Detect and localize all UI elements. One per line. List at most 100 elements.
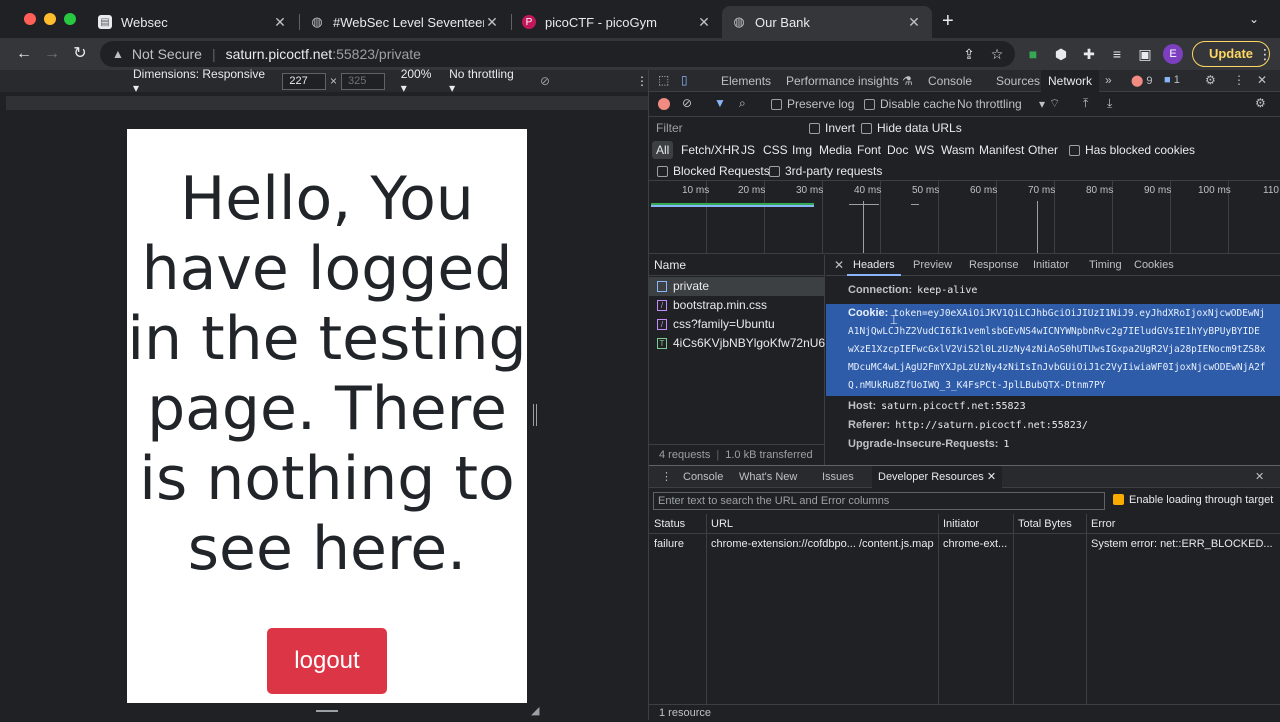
has-blocked-cookies-checkbox[interactable]: Has blocked cookies <box>1069 143 1195 157</box>
invert-checkbox[interactable]: Invert <box>809 121 855 135</box>
tab-headers[interactable]: Headers <box>847 255 901 276</box>
request-row-font[interactable]: T 4iCs6KVjbNBYlgoKfw72nU6... <box>649 334 825 353</box>
export-har-icon[interactable]: ⤓ <box>1107 96 1112 111</box>
col-total-bytes[interactable]: Total Bytes <box>1013 514 1089 534</box>
name-column-header[interactable]: Name <box>649 255 825 276</box>
search-icon[interactable]: ⌕ <box>739 96 746 111</box>
height-input[interactable]: 325 <box>341 72 385 90</box>
request-row-css-family[interactable]: / css?family=Ubuntu <box>649 315 825 334</box>
resources-search-input[interactable]: Enter text to search the URL and Error c… <box>653 492 1105 510</box>
close-tab-icon[interactable]: ✕ <box>906 14 922 31</box>
cell-status[interactable]: failure <box>649 535 705 553</box>
col-initiator[interactable]: Initiator <box>938 514 1014 534</box>
close-tab-icon[interactable]: ✕ <box>484 14 500 31</box>
type-filter-wasm[interactable]: Wasm <box>941 143 975 157</box>
type-filter-all[interactable]: All <box>652 141 674 159</box>
drawer-tab-issues[interactable]: Issues <box>822 466 854 488</box>
devtools-more-icon[interactable]: ⋮ <box>1233 73 1245 87</box>
network-timeline-overview[interactable]: 10 ms 20 ms 30 ms 40 ms 50 ms 60 ms 70 m… <box>649 181 1280 254</box>
cell-initiator[interactable]: chrome-ext... <box>938 535 1014 553</box>
settings-gear-icon[interactable]: ⚙ <box>1205 73 1216 87</box>
message-count-badge[interactable]: ■ 1 <box>1164 74 1180 86</box>
inspect-element-icon[interactable]: ⬚ <box>658 73 669 87</box>
tab-search-chevron-icon[interactable]: ⌄ <box>1249 12 1259 26</box>
filter-input[interactable]: Filter <box>656 121 683 135</box>
header-cookie-selected[interactable]: Cookie: token=eyJ0eXAiOiJKV1QiLCJhbGciOiJ… <box>826 304 1280 396</box>
network-throttling-dropdown[interactable]: No throttling ▾ <box>957 97 1045 111</box>
device-toggle-icon[interactable]: ▯ <box>681 73 688 87</box>
close-devtools-icon[interactable]: ✕ <box>1257 73 1267 87</box>
network-conditions-icon[interactable]: ⌔ <box>1049 96 1060 111</box>
close-tab-icon[interactable]: ✕ <box>272 14 288 31</box>
dimensions-dropdown[interactable]: Dimensions: Responsive ▾ <box>133 67 268 95</box>
bottom-resize-handle[interactable] <box>316 710 338 712</box>
close-window-button[interactable] <box>24 13 36 25</box>
type-filter-css[interactable]: CSS <box>763 143 788 157</box>
bookmark-star-icon[interactable]: ☆ <box>986 43 1008 65</box>
width-input[interactable]: 227 <box>282 72 327 90</box>
request-row-bootstrap[interactable]: / bootstrap.min.css <box>649 296 825 315</box>
tab-our-bank[interactable]: ◍ Our Bank ✕ <box>722 6 932 38</box>
drawer-menu-icon[interactable]: ⋮ <box>661 466 672 488</box>
drawer-tab-developer-resources[interactable]: Developer Resources ✕ <box>872 466 1003 488</box>
type-filter-ws[interactable]: WS <box>915 143 934 157</box>
back-arrow-icon[interactable]: ← <box>12 43 36 65</box>
preserve-log-checkbox[interactable]: Preserve log <box>771 97 854 111</box>
warning-triangle-icon[interactable]: ▲ <box>112 47 124 61</box>
zoom-dropdown[interactable]: 200% ▾ <box>401 67 439 95</box>
type-filter-media[interactable]: Media <box>819 143 852 157</box>
request-row-private[interactable]: private <box>649 277 825 296</box>
tab-console[interactable]: Console <box>924 70 976 92</box>
extensions-puzzle-icon[interactable]: ✚ <box>1078 43 1100 65</box>
type-filter-font[interactable]: Font <box>857 143 881 157</box>
zoom-window-button[interactable] <box>64 13 76 25</box>
minimize-window-button[interactable] <box>44 13 56 25</box>
extension-hexagon-icon[interactable]: ⬢ <box>1050 43 1072 65</box>
disable-cache-checkbox[interactable]: Disable cache <box>864 97 955 111</box>
close-details-icon[interactable]: ✕ <box>834 255 844 276</box>
type-filter-other[interactable]: Other <box>1028 143 1058 157</box>
col-url[interactable]: URL <box>706 514 938 534</box>
col-status[interactable]: Status <box>649 514 705 534</box>
more-menu-icon[interactable]: ⋮ <box>1254 43 1276 65</box>
throttling-dropdown[interactable]: No throttling ▾ <box>449 67 520 95</box>
reload-icon[interactable]: ↻ <box>68 43 92 65</box>
more-tabs-chevron-icon[interactable]: » <box>1105 73 1112 87</box>
profile-avatar[interactable]: E <box>1163 44 1183 64</box>
address-bar[interactable]: ▲ Not Secure | saturn.picoctf.net:55823/… <box>100 41 1015 67</box>
tab-preview[interactable]: Preview <box>913 255 952 276</box>
tab-sources[interactable]: Sources <box>992 70 1044 92</box>
close-drawer-icon[interactable]: ✕ <box>1255 466 1264 488</box>
col-error[interactable]: Error <box>1086 514 1276 534</box>
reading-list-icon[interactable]: ≡ <box>1106 43 1128 65</box>
import-har-icon[interactable]: ⤒ <box>1083 96 1088 111</box>
rotate-icon[interactable]: ⊘ <box>540 74 550 88</box>
extension-green-icon[interactable]: ■ <box>1022 43 1044 65</box>
tab-websec[interactable]: ▤ Websec ✕ <box>88 6 298 38</box>
device-options-icon[interactable]: ⋮ <box>636 74 648 88</box>
close-tab-icon[interactable]: ✕ <box>696 14 712 31</box>
tab-network[interactable]: Network <box>1041 70 1100 92</box>
error-count-badge[interactable]: ⬤ 9 <box>1131 74 1153 87</box>
cell-error[interactable]: System error: net::ERR_BLOCKED... <box>1086 535 1276 553</box>
new-tab-button[interactable]: + <box>942 10 954 33</box>
tab-response[interactable]: Response <box>969 255 1019 276</box>
type-filter-js[interactable]: JS <box>741 143 755 157</box>
corner-resize-icon[interactable]: ◢ <box>531 704 539 717</box>
filter-funnel-icon[interactable]: ▼ <box>714 96 726 110</box>
share-icon[interactable]: ⇪ <box>958 43 980 65</box>
tab-initiator[interactable]: Initiator <box>1033 255 1069 276</box>
network-settings-icon[interactable]: ⚙ <box>1255 96 1266 110</box>
tab-websec-level-seventeen[interactable]: ◍ #WebSec Level Seventeen ✕ <box>300 6 510 38</box>
side-panel-icon[interactable]: ▣ <box>1134 43 1156 65</box>
logout-button[interactable]: logout <box>267 628 387 694</box>
viewport-resize-handle[interactable] <box>533 404 537 426</box>
hide-data-urls-checkbox[interactable]: Hide data URLs <box>861 121 962 135</box>
tab-performance-insights[interactable]: Performance insights ⚗ <box>782 70 917 92</box>
tab-cookies[interactable]: Cookies <box>1134 255 1174 276</box>
drawer-tab-whats-new[interactable]: What's New <box>739 466 797 488</box>
close-tab-icon[interactable]: ✕ <box>987 471 996 483</box>
third-party-checkbox[interactable]: 3rd-party requests <box>769 164 882 178</box>
cell-total-bytes[interactable] <box>1013 535 1089 553</box>
type-filter-img[interactable]: Img <box>792 143 812 157</box>
